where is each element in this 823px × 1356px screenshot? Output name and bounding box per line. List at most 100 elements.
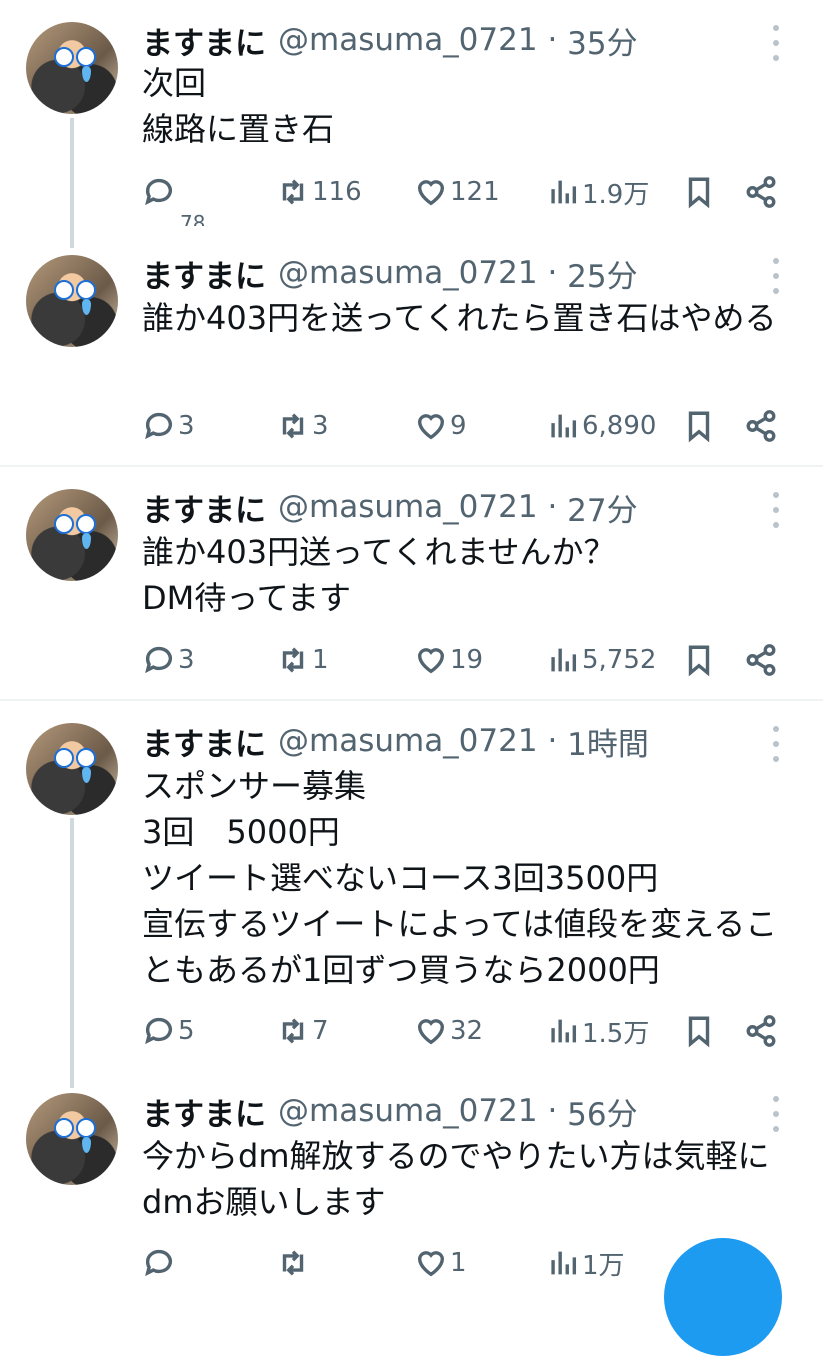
views-button[interactable]: 6,890 <box>546 406 656 446</box>
timestamp[interactable]: 1時間 <box>567 719 649 764</box>
heart-icon <box>417 648 445 674</box>
handle[interactable]: @masuma_0721 <box>278 489 538 525</box>
share-button[interactable] <box>744 406 778 446</box>
share-icon <box>746 410 776 442</box>
handle[interactable]: @masuma_0721 <box>278 255 538 291</box>
reply-button[interactable] <box>142 1243 178 1283</box>
tweet-header: ますまに @masuma_0721 · 1時間 <box>142 719 649 764</box>
tweet-text: 誰か403円を送ってくれたら置き石はやめる <box>142 299 777 337</box>
timestamp[interactable]: 56分 <box>567 1089 637 1134</box>
display-name[interactable]: ますまに <box>142 719 266 764</box>
reply-button[interactable]: 3 <box>142 406 195 446</box>
tweet-header: ますまに @masuma_0721 · 27分 <box>142 485 638 530</box>
bookmark-icon <box>688 177 710 209</box>
views-icon <box>551 1251 577 1275</box>
like-button[interactable]: 1 <box>414 1243 467 1283</box>
views-count: 1.9万 <box>582 179 650 210</box>
bookmark-button[interactable] <box>682 406 716 446</box>
retweet-icon <box>282 179 304 205</box>
reply-button[interactable]: 5 <box>142 1011 195 1051</box>
heart-icon <box>417 180 445 206</box>
avatar[interactable] <box>26 723 118 815</box>
avatar[interactable] <box>26 489 118 581</box>
like-count: 121 <box>450 177 500 207</box>
reply-icon <box>145 1017 173 1045</box>
timestamp[interactable]: 25分 <box>567 251 637 296</box>
compose-button[interactable] <box>664 1238 782 1356</box>
reply-icon <box>145 1249 173 1277</box>
retweet-icon <box>282 1250 304 1276</box>
heart-icon <box>417 1019 445 1045</box>
reply-button[interactable] <box>142 172 178 212</box>
share-icon <box>746 1015 776 1047</box>
tweet-text: 誰か403円送ってくれませんか？ DM待ってます <box>142 533 616 617</box>
dot-separator: · <box>537 723 568 759</box>
views-button[interactable]: 1.9万 <box>546 172 649 212</box>
views-count: 5,752 <box>582 645 657 675</box>
share-button[interactable] <box>744 640 778 680</box>
views-button[interactable]: 1.5万 <box>546 1011 649 1051</box>
retweet-button[interactable]: 7 <box>276 1011 329 1051</box>
bookmark-button[interactable] <box>682 172 716 212</box>
retweet-count: 3 <box>312 411 329 441</box>
retweet-count: 7 <box>312 1016 329 1046</box>
tweet[interactable]: ますまに @masuma_0721 · 1時間 スポンサー募集 3回 5000円… <box>0 701 823 1073</box>
bookmark-button[interactable] <box>682 1011 716 1051</box>
retweet-button[interactable]: 116 <box>276 172 362 212</box>
more-icon[interactable] <box>768 25 784 61</box>
display-name[interactable]: ますまに <box>142 485 266 530</box>
views-button[interactable]: 5,752 <box>546 640 656 680</box>
dot-separator: · <box>537 22 568 58</box>
handle[interactable]: @masuma_0721 <box>278 723 538 759</box>
dot-separator: · <box>537 489 568 525</box>
avatar[interactable] <box>26 1093 118 1185</box>
avatar[interactable] <box>26 255 118 347</box>
views-icon <box>551 414 577 438</box>
tweet-text: 次回 線路に置き石 <box>142 64 335 148</box>
heart-icon <box>417 1251 445 1277</box>
retweet-icon <box>282 413 304 439</box>
display-name[interactable]: ますまに <box>142 251 266 296</box>
tweet-header: ますまに @masuma_0721 · 25分 <box>142 251 638 296</box>
reply-count-overflow: 78 <box>180 212 206 226</box>
more-icon[interactable] <box>768 258 784 294</box>
bookmark-icon <box>688 1016 710 1048</box>
retweet-icon <box>282 1018 304 1044</box>
tweet[interactable]: ますまに @masuma_0721 · 35分 次回 線路に置き石 116 12… <box>0 0 823 235</box>
share-button[interactable] <box>744 172 778 212</box>
reply-button[interactable]: 3 <box>142 640 195 680</box>
more-icon[interactable] <box>768 1096 784 1132</box>
tweet-text: 今からdm解放するのでやりたい方は気軽にdmお願いします <box>142 1137 770 1221</box>
like-button[interactable]: 32 <box>414 1011 483 1051</box>
handle[interactable]: @masuma_0721 <box>278 22 538 58</box>
views-icon <box>551 180 577 204</box>
views-icon <box>551 1019 577 1043</box>
timestamp[interactable]: 27分 <box>567 485 637 530</box>
views-button[interactable]: 1万 <box>546 1243 625 1283</box>
action-bar: 3 3 9 6,890 <box>142 406 792 446</box>
like-button[interactable]: 19 <box>414 640 483 680</box>
tweet-text: スポンサー募集 3回 5000円 ツイート選べないコース3回3500円 宣伝する… <box>142 767 778 989</box>
like-count: 19 <box>450 645 484 675</box>
retweet-count: 1 <box>312 645 329 675</box>
retweet-button[interactable] <box>276 1243 312 1283</box>
more-icon[interactable] <box>768 492 784 528</box>
share-button[interactable] <box>744 1011 778 1051</box>
retweet-button[interactable]: 3 <box>276 406 329 446</box>
bookmark-button[interactable] <box>682 640 716 680</box>
retweet-icon <box>282 647 304 673</box>
action-bar: 116 121 1.9万 <box>142 172 792 212</box>
display-name[interactable]: ますまに <box>142 18 266 63</box>
like-button[interactable]: 9 <box>414 406 467 446</box>
tweet[interactable]: ますまに @masuma_0721 · 25分 誰か403円を送ってくれたら置き… <box>0 235 823 465</box>
avatar[interactable] <box>26 22 118 114</box>
timestamp[interactable]: 35分 <box>567 18 637 63</box>
retweet-button[interactable]: 1 <box>276 640 329 680</box>
tweet[interactable]: ますまに @masuma_0721 · 27分 誰か403円送ってくれませんか？… <box>0 467 823 699</box>
handle[interactable]: @masuma_0721 <box>278 1093 538 1129</box>
bookmark-icon <box>688 645 710 677</box>
action-bar: 3 1 19 5,752 <box>142 640 792 680</box>
more-icon[interactable] <box>768 726 784 762</box>
like-button[interactable]: 121 <box>414 172 500 212</box>
display-name[interactable]: ますまに <box>142 1089 266 1134</box>
